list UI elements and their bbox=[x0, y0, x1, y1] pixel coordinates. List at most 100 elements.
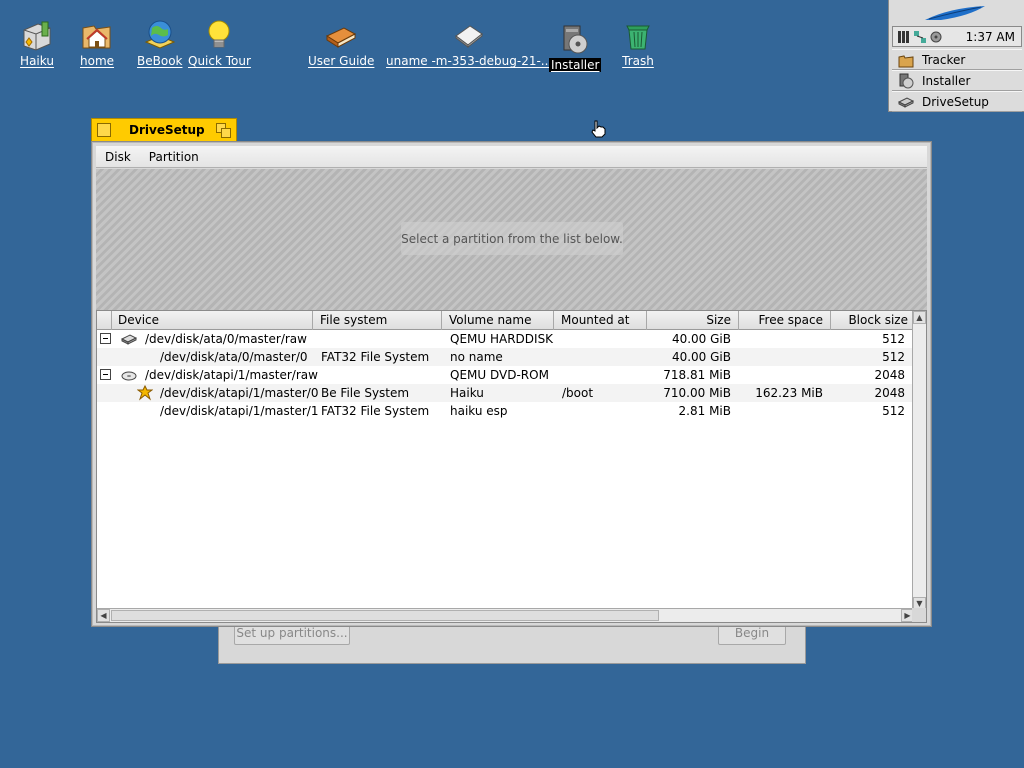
desktop-icon-bebook[interactable]: BeBook bbox=[137, 18, 182, 68]
collapse-icon[interactable] bbox=[100, 369, 111, 380]
column-device[interactable]: Device bbox=[111, 311, 313, 330]
table-row[interactable]: /dev/disk/atapi/1/master/1 FAT32 File Sy… bbox=[97, 402, 915, 420]
desktop-icon-label: Trash bbox=[622, 54, 654, 68]
media-icon[interactable] bbox=[929, 30, 943, 44]
cell-size: 710.00 MiB bbox=[663, 386, 731, 400]
column-file-system[interactable]: File system bbox=[313, 311, 442, 330]
cell-size: 40.00 GiB bbox=[671, 332, 731, 346]
deskbar-app-tracker[interactable]: Tracker bbox=[892, 49, 1022, 70]
deskbar-app-label: DriveSetup bbox=[922, 94, 989, 109]
cell-size: 40.00 GiB bbox=[671, 350, 731, 364]
drivesetup-window: Disk Partition Select a partition from t… bbox=[91, 141, 932, 627]
cell-file-system: Be File System bbox=[321, 386, 410, 400]
cell-device: /dev/disk/atapi/1/master/1 bbox=[160, 404, 319, 418]
hand-cursor-icon bbox=[591, 120, 606, 138]
desktop-icon-quick-tour[interactable]: Quick Tour bbox=[188, 18, 251, 68]
window-tab[interactable]: DriveSetup bbox=[91, 118, 237, 141]
menu-disk[interactable]: Disk bbox=[96, 150, 140, 164]
close-icon[interactable] bbox=[97, 123, 111, 137]
table-row[interactable]: /dev/disk/atapi/1/master/0 Be File Syste… bbox=[97, 384, 915, 402]
horizontal-scroll-thumb[interactable] bbox=[111, 610, 659, 621]
desktop-icon-haiku[interactable]: Haiku bbox=[20, 18, 54, 68]
column-block-size[interactable]: Block size bbox=[831, 311, 915, 330]
hard-disk-icon bbox=[121, 334, 137, 345]
cell-size: 718.81 MiB bbox=[663, 368, 731, 382]
cell-device: /dev/disk/ata/0/master/raw bbox=[145, 332, 307, 346]
drivesetup-icon bbox=[898, 96, 914, 108]
home-folder-icon bbox=[82, 25, 111, 49]
select-partition-message: Select a partition from the list below. bbox=[401, 222, 623, 255]
cell-block-size: 2048 bbox=[874, 368, 905, 382]
desktop-icon-label: User Guide bbox=[308, 54, 375, 68]
tracker-icon bbox=[898, 54, 914, 67]
leaf-menu-icon[interactable] bbox=[889, 0, 1024, 26]
deskbar-app-label: Tracker bbox=[922, 52, 966, 67]
optical-disc-icon bbox=[121, 371, 137, 381]
column-size[interactable]: Size bbox=[647, 311, 739, 330]
column-header: Device File system Volume name Mounted a… bbox=[97, 311, 915, 330]
cell-device: /dev/disk/atapi/1/master/raw bbox=[145, 368, 318, 382]
vertical-scrollbar[interactable]: ▲ ▼ bbox=[912, 311, 926, 610]
menu-partition[interactable]: Partition bbox=[140, 150, 208, 164]
window-title: DriveSetup bbox=[129, 123, 205, 137]
desktop-icon-home[interactable]: home bbox=[80, 18, 114, 68]
horizontal-scrollbar[interactable]: ◀ ▶ bbox=[97, 608, 914, 622]
cell-device: /dev/disk/atapi/1/master/0 bbox=[160, 386, 319, 400]
zoom-icon[interactable] bbox=[216, 123, 231, 138]
cell-free-space bbox=[739, 348, 823, 366]
desktop-icon-disk-image[interactable]: uname -m-353-debug-21-... bbox=[386, 18, 552, 68]
desktop-icon-label: Haiku bbox=[20, 54, 54, 68]
cell-block-size: 2048 bbox=[874, 386, 905, 400]
installer-icon bbox=[563, 25, 588, 54]
system-tray: 1:37 AM bbox=[892, 26, 1022, 47]
lightbulb-icon bbox=[208, 20, 230, 48]
cell-free-space: 162.23 MiB bbox=[755, 386, 823, 400]
cell-device: /dev/disk/ata/0/master/0 bbox=[160, 350, 308, 364]
column-volume-name[interactable]: Volume name bbox=[442, 311, 554, 330]
desktop-icon-label: BeBook bbox=[137, 54, 183, 68]
table-row[interactable]: /dev/disk/atapi/1/master/raw QEMU DVD-RO… bbox=[97, 366, 915, 384]
deskbar-app-installer[interactable]: Installer bbox=[892, 70, 1022, 91]
cell-mounted-at: /boot bbox=[562, 386, 594, 400]
desktop-icon-label: Quick Tour bbox=[188, 54, 251, 68]
desktop-icon-trash[interactable]: Trash bbox=[621, 18, 655, 68]
desktop-icon-label: home bbox=[80, 54, 115, 68]
book-icon bbox=[326, 27, 357, 48]
trash-icon bbox=[626, 25, 650, 50]
table-row[interactable]: /dev/disk/ata/0/master/raw QEMU HARDDISK… bbox=[97, 330, 915, 348]
collapse-icon[interactable] bbox=[100, 333, 111, 344]
cell-volume-name: QEMU HARDDISK bbox=[450, 332, 554, 346]
cpu-monitor-icon[interactable] bbox=[897, 30, 911, 44]
menu-bar: Disk Partition bbox=[96, 146, 927, 168]
cell-block-size: 512 bbox=[882, 404, 905, 418]
deskbar-app-label: Installer bbox=[922, 73, 971, 88]
cell-volume-name: no name bbox=[450, 350, 503, 364]
cell-free-space bbox=[739, 402, 823, 420]
desktop-icon-user-guide[interactable]: User Guide bbox=[308, 18, 374, 68]
partition-list[interactable]: Device File system Volume name Mounted a… bbox=[96, 310, 927, 623]
bebook-icon bbox=[144, 20, 176, 49]
clock[interactable]: 1:37 AM bbox=[966, 30, 1015, 44]
deskbar-app-drivesetup[interactable]: DriveSetup bbox=[892, 91, 1022, 112]
scroll-up-icon[interactable]: ▲ bbox=[913, 311, 926, 324]
cell-free-space bbox=[739, 330, 823, 348]
cell-block-size: 512 bbox=[882, 350, 905, 364]
desktop-icon-label: uname -m-353-debug-21-... bbox=[386, 54, 553, 68]
cell-size: 2.81 MiB bbox=[678, 404, 731, 418]
table-row[interactable]: /dev/disk/ata/0/master/0 FAT32 File Syst… bbox=[97, 348, 915, 366]
column-mounted-at[interactable]: Mounted at bbox=[554, 311, 647, 330]
disk-view[interactable]: Select a partition from the list below. bbox=[96, 169, 927, 310]
scrollbar-corner bbox=[912, 608, 926, 622]
desktop-icon-label: Installer bbox=[549, 58, 602, 72]
cell-volume-name: haiku esp bbox=[450, 404, 508, 418]
cell-file-system: FAT32 File System bbox=[321, 404, 430, 418]
cell-free-space bbox=[739, 366, 823, 384]
disk-image-icon bbox=[455, 25, 483, 49]
haiku-leaf-icon bbox=[137, 385, 153, 401]
scroll-left-icon[interactable]: ◀ bbox=[97, 609, 110, 622]
desktop-icon-installer[interactable]: Installer bbox=[549, 22, 602, 72]
cell-file-system: FAT32 File System bbox=[321, 350, 430, 364]
column-free-space[interactable]: Free space bbox=[739, 311, 831, 330]
network-icon[interactable] bbox=[913, 30, 927, 44]
partition-rows: /dev/disk/ata/0/master/raw QEMU HARDDISK… bbox=[97, 330, 915, 420]
